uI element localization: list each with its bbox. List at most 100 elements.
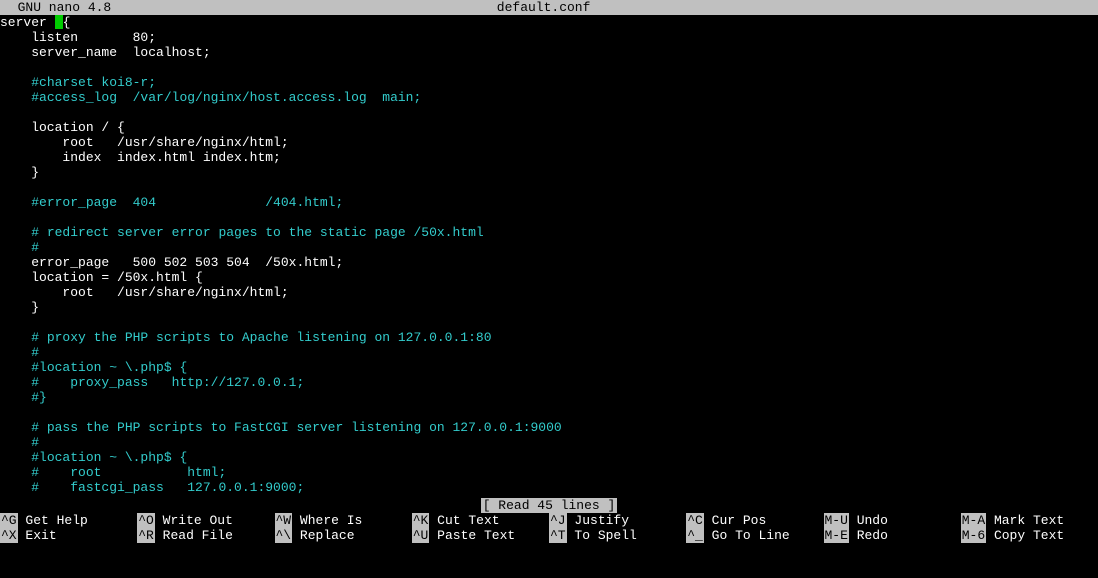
- editor-line[interactable]: location = /50x.html {: [0, 270, 1098, 285]
- shortcut-key: ^T: [549, 528, 567, 543]
- shortcut-label: Mark Text: [986, 513, 1064, 528]
- shortcut-label: Redo: [849, 528, 888, 543]
- editor-line[interactable]: # proxy_pass http://127.0.0.1;: [0, 375, 1098, 390]
- text-segment: # redirect server error pages to the sta…: [31, 225, 483, 240]
- help-shortcut[interactable]: M-A Mark Text: [961, 513, 1098, 528]
- text-segment: [0, 450, 31, 465]
- help-shortcut[interactable]: M-6 Copy Text: [961, 528, 1098, 543]
- text-segment: [0, 360, 31, 375]
- shortcut-key: M-E: [824, 528, 849, 543]
- text-segment: #: [31, 345, 39, 360]
- editor-line[interactable]: # fastcgi_pass 127.0.0.1:9000;: [0, 480, 1098, 495]
- text-segment: root /usr/share/nginx/html;: [0, 285, 289, 300]
- editor-line[interactable]: index index.html index.htm;: [0, 150, 1098, 165]
- shortcut-label: Write Out: [155, 513, 233, 528]
- help-shortcut[interactable]: ^K Cut Text: [412, 513, 549, 528]
- shortcut-label: Cut Text: [429, 513, 499, 528]
- shortcut-label: Read File: [155, 528, 233, 543]
- editor-line[interactable]: # proxy the PHP scripts to Apache listen…: [0, 330, 1098, 345]
- text-segment: listen 80;: [0, 30, 156, 45]
- shortcut-label: Paste Text: [429, 528, 515, 543]
- text-segment: server_name localhost;: [0, 45, 211, 60]
- text-segment: [0, 390, 31, 405]
- shortcut-key: ^U: [412, 528, 430, 543]
- shortcut-key: ^K: [412, 513, 430, 528]
- titlebar: GNU nano 4.8 default.conf: [0, 0, 1098, 15]
- shortcut-key: ^O: [137, 513, 155, 528]
- text-segment: #: [31, 240, 39, 255]
- help-shortcut[interactable]: ^J Justify: [549, 513, 686, 528]
- editor-line[interactable]: #: [0, 345, 1098, 360]
- shortcut-key: ^J: [549, 513, 567, 528]
- text-segment: [0, 90, 31, 105]
- help-shortcut[interactable]: ^X Exit: [0, 528, 137, 543]
- shortcut-key: M-6: [961, 528, 986, 543]
- editor-line[interactable]: #error_page 404 /404.html;: [0, 195, 1098, 210]
- help-shortcut[interactable]: ^_ Go To Line: [686, 528, 823, 543]
- text-segment: #location ~ \.php$ {: [31, 450, 187, 465]
- editor-line[interactable]: # root html;: [0, 465, 1098, 480]
- help-shortcut[interactable]: ^W Where Is: [275, 513, 412, 528]
- editor-line[interactable]: #location ~ \.php$ {: [0, 360, 1098, 375]
- editor-line[interactable]: }: [0, 165, 1098, 180]
- app-name: GNU nano 4.8: [2, 0, 111, 15]
- help-shortcut[interactable]: ^R Read File: [137, 528, 274, 543]
- editor-line[interactable]: #: [0, 240, 1098, 255]
- text-segment: # fastcgi_pass 127.0.0.1:9000;: [31, 480, 304, 495]
- editor-line[interactable]: #charset koi8-r;: [0, 75, 1098, 90]
- text-segment: location / {: [0, 120, 125, 135]
- shortcut-key: M-A: [961, 513, 986, 528]
- help-shortcut[interactable]: ^O Write Out: [137, 513, 274, 528]
- text-segment: index index.html index.htm;: [0, 150, 281, 165]
- editor-line[interactable]: [0, 210, 1098, 225]
- help-shortcut[interactable]: M-E Redo: [824, 528, 961, 543]
- text-segment: [0, 75, 31, 90]
- editor-line[interactable]: error_page 500 502 503 504 /50x.html;: [0, 255, 1098, 270]
- help-bar: ^G Get Help^O Write Out^W Where Is^K Cut…: [0, 513, 1098, 543]
- text-segment: #charset koi8-r;: [31, 75, 156, 90]
- editor-line[interactable]: server_name localhost;: [0, 45, 1098, 60]
- text-segment: [0, 195, 31, 210]
- text-segment: server: [0, 15, 55, 30]
- editor-line[interactable]: #location ~ \.php$ {: [0, 450, 1098, 465]
- editor-line[interactable]: [0, 315, 1098, 330]
- text-segment: root /usr/share/nginx/html;: [0, 135, 289, 150]
- text-segment: [0, 435, 31, 450]
- text-segment: #access_log /var/log/nginx/host.access.l…: [31, 90, 421, 105]
- help-shortcut[interactable]: ^U Paste Text: [412, 528, 549, 543]
- help-shortcut[interactable]: ^\ Replace: [275, 528, 412, 543]
- shortcut-key: ^X: [0, 528, 18, 543]
- editor-line[interactable]: [0, 60, 1098, 75]
- text-segment: {: [63, 15, 71, 30]
- text-segment: [0, 345, 31, 360]
- editor-line[interactable]: location / {: [0, 120, 1098, 135]
- editor-line[interactable]: server {: [0, 15, 1098, 30]
- editor-line[interactable]: #: [0, 435, 1098, 450]
- editor-line[interactable]: #access_log /var/log/nginx/host.access.l…: [0, 90, 1098, 105]
- help-shortcut[interactable]: ^C Cur Pos: [686, 513, 823, 528]
- shortcut-key: ^\: [275, 528, 293, 543]
- editor-line[interactable]: }: [0, 300, 1098, 315]
- text-segment: error_page 500 502 503 504 /50x.html;: [0, 255, 343, 270]
- editor-line[interactable]: [0, 180, 1098, 195]
- editor-line[interactable]: # pass the PHP scripts to FastCGI server…: [0, 420, 1098, 435]
- text-segment: [0, 240, 31, 255]
- editor-line[interactable]: root /usr/share/nginx/html;: [0, 285, 1098, 300]
- text-segment: #error_page 404 /404.html;: [31, 195, 343, 210]
- editor-line[interactable]: #}: [0, 390, 1098, 405]
- status-bar: [ Read 45 lines ]: [0, 498, 1098, 513]
- text-segment: }: [0, 300, 39, 315]
- editor-line[interactable]: [0, 405, 1098, 420]
- shortcut-key: M-U: [824, 513, 849, 528]
- editor-line[interactable]: root /usr/share/nginx/html;: [0, 135, 1098, 150]
- help-shortcut[interactable]: ^T To Spell: [549, 528, 686, 543]
- status-text: [ Read 45 lines ]: [481, 498, 618, 513]
- text-segment: [0, 480, 31, 495]
- text-segment: [0, 330, 31, 345]
- editor-line[interactable]: # redirect server error pages to the sta…: [0, 225, 1098, 240]
- editor-line[interactable]: [0, 105, 1098, 120]
- editor-line[interactable]: listen 80;: [0, 30, 1098, 45]
- help-shortcut[interactable]: ^G Get Help: [0, 513, 137, 528]
- help-shortcut[interactable]: M-U Undo: [824, 513, 961, 528]
- editor-area[interactable]: server { listen 80; server_name localhos…: [0, 15, 1098, 495]
